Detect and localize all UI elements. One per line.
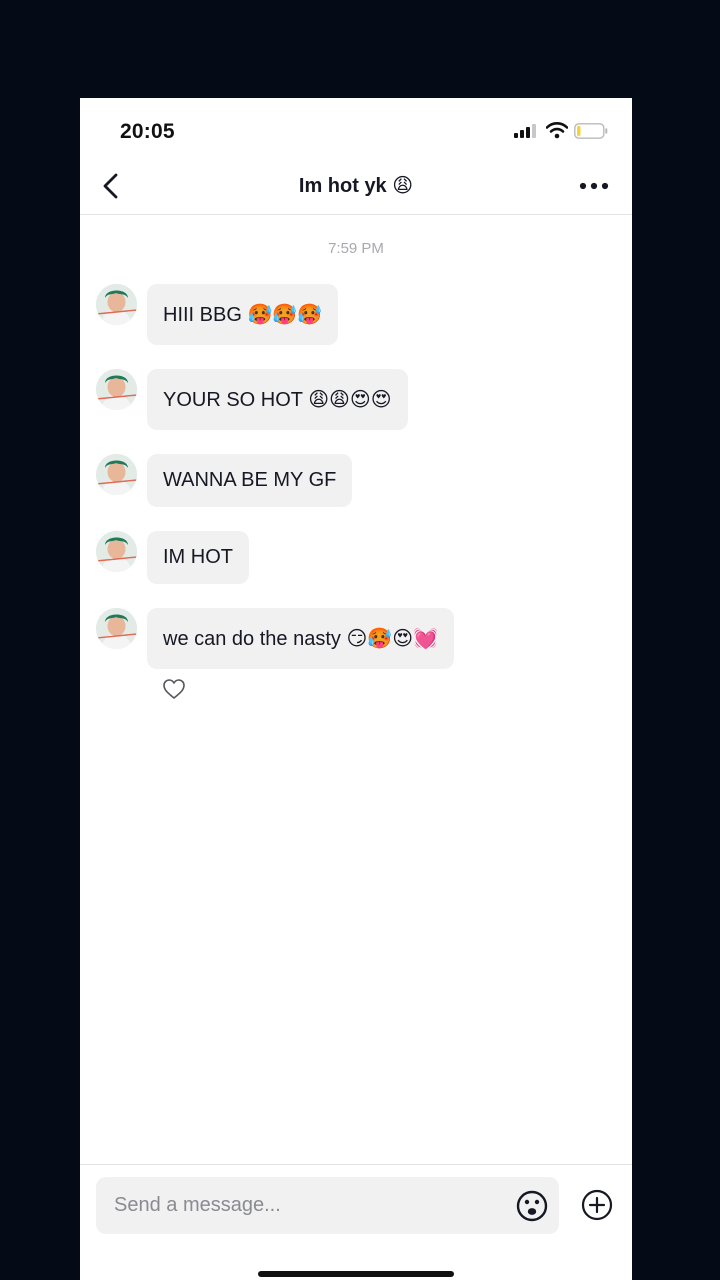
message-bubble[interactable]: HIII BBG 🥵🥵🥵 [147,284,339,345]
avatar[interactable] [96,369,137,410]
message-text: YOUR SO HOT 😩😩😍😍 [163,389,392,411]
message-timestamp: 7:59 PM [328,240,384,257]
more-dots-icon[interactable] [577,176,611,196]
message-input-wrapper [96,1177,559,1234]
message-row: we can do the nasty 😏🥵😍💓 [96,608,516,670]
avatar[interactable] [96,284,137,325]
home-indicator [258,1271,454,1277]
message-row: WANNA BE MY GF [96,454,376,516]
message-composer [80,1164,632,1280]
status-time: 20:05 [120,120,175,143]
emoji-face-icon[interactable] [515,1189,549,1223]
message-bubble[interactable]: IM HOT [147,531,249,584]
phone-screen: 20:05 Im hot yk 😩 7:59 PM HIII BBG 🥵🥵🥵 Y… [80,98,632,1280]
message-bubble[interactable]: we can do the nasty 😏🥵😍💓 [147,608,454,669]
message-bubble[interactable]: WANNA BE MY GF [147,454,353,507]
message-text: WANNA BE MY GF [163,469,337,491]
chat-header: Im hot yk 😩 [80,158,632,215]
avatar[interactable] [96,608,137,649]
avatar[interactable] [96,531,137,572]
message-row: HIII BBG 🥵🥵🥵 [96,284,356,346]
avatar[interactable] [96,454,137,495]
message-text: IM HOT [163,546,233,568]
chat-title: Im hot yk 😩 [298,175,414,197]
plus-circle-icon[interactable] [580,1188,614,1222]
message-text: HIII BBG 🥵🥵🥵 [163,304,323,326]
wifi-icon [546,122,568,139]
message-input[interactable] [114,1177,504,1234]
message-row: IM HOT [96,531,276,593]
message-row: YOUR SO HOT 😩😩😍😍 [96,369,456,431]
message-text: we can do the nasty 😏🥵😍💓 [163,628,438,650]
battery-icon [574,123,608,139]
message-bubble[interactable]: YOUR SO HOT 😩😩😍😍 [147,369,408,430]
status-bar: 20:05 [80,98,632,158]
heart-outline-icon[interactable] [162,678,186,700]
signal-icon [514,124,540,138]
